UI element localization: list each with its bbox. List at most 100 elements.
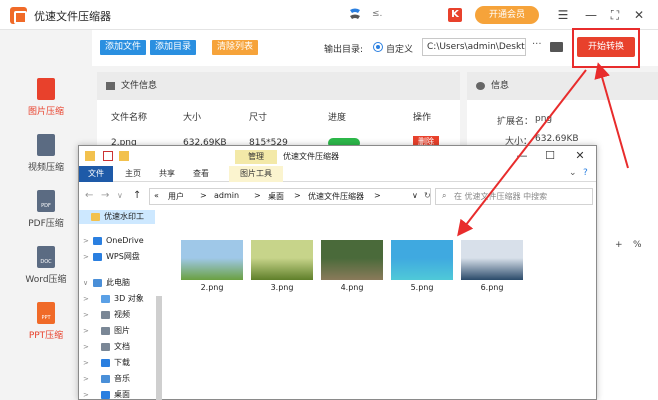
file-name-label[interactable]: 5.png (391, 283, 453, 292)
tree-chevron-icon[interactable]: > (83, 308, 89, 322)
new-folder-icon[interactable] (119, 151, 129, 161)
tree-item[interactable]: > WPS网盘 (79, 250, 155, 264)
tree-item[interactable]: > 图片 (79, 324, 155, 338)
close-icon[interactable]: ✕ (632, 8, 646, 22)
tree-chevron-icon[interactable]: > (83, 388, 89, 400)
tree-item-label: 文档 (114, 342, 130, 351)
tree-item-label: 优速水印工 (104, 212, 144, 221)
tree-item[interactable]: > 桌面 (79, 388, 155, 400)
vip-button[interactable]: 开通会员 (475, 6, 539, 24)
add-directory-button[interactable]: 添加目录 (150, 40, 196, 55)
properties-icon[interactable] (103, 151, 113, 161)
tab-picture-tools[interactable]: 图片工具 (229, 166, 283, 182)
desktop-icon (101, 391, 110, 399)
file-info-header: 文件信息 (97, 72, 460, 100)
explorer-close-icon[interactable]: ✕ (573, 149, 587, 163)
tree-item[interactable]: > 视频 (79, 308, 155, 322)
search-icon: ⌕ (442, 191, 447, 200)
file-thumbnail[interactable] (321, 240, 383, 280)
file-thumbnail[interactable] (251, 240, 313, 280)
tab-home[interactable]: 主页 (119, 166, 147, 182)
minimize-icon[interactable]: — (584, 8, 598, 22)
pdf-icon: PDF (37, 190, 55, 212)
word-icon: DOC (37, 246, 55, 268)
ad-logo-icon (350, 8, 360, 19)
tree-chevron-icon[interactable]: > (83, 372, 89, 386)
plus-button[interactable]: + (615, 240, 623, 250)
tree-item[interactable]: ∨ 此电脑 (79, 276, 155, 290)
image-icon (106, 82, 115, 90)
ribbon-expand-icon[interactable]: ⌄ (569, 168, 577, 178)
tab-share[interactable]: 共享 (153, 166, 181, 182)
tree-item-label: 下载 (114, 358, 130, 367)
sidebar-item-0[interactable]: 图片压缩 (0, 78, 92, 117)
tab-file[interactable]: 文件 (79, 166, 113, 182)
tree-chevron-icon[interactable]: ∨ (83, 276, 88, 290)
start-button-highlight (572, 28, 640, 68)
add-file-button[interactable]: 添加文件 (100, 40, 146, 55)
vip-k-icon[interactable]: K (448, 8, 462, 22)
output-path-input[interactable]: C:\Users\admin\Deskto (422, 38, 526, 56)
folder-icon (85, 151, 95, 161)
refresh-icon[interactable]: ↻ (424, 191, 431, 200)
address-dropdown-icon[interactable]: ∨ (412, 191, 418, 200)
tree-chevron-icon[interactable]: > (83, 340, 89, 354)
breadcrumb-item[interactable]: 用户 (168, 191, 184, 202)
tree-item-label: 3D 对象 (114, 294, 144, 303)
app-titlebar: 优速文件压缩器 ≤. K 开通会员 ☰ — ⛶ ✕ (0, 0, 658, 30)
tree-item-label: WPS网盘 (106, 252, 140, 261)
image-icon (37, 78, 55, 100)
breadcrumb-item[interactable]: admin (214, 191, 239, 200)
recent-chevron-icon[interactable]: ∨ (117, 191, 123, 200)
breadcrumb-item[interactable]: 优速文件压缩器 (308, 191, 364, 202)
file-thumbnail[interactable] (181, 240, 243, 280)
up-arrow-icon[interactable]: ↑ (133, 190, 141, 201)
breadcrumb-item[interactable]: 桌面 (268, 191, 284, 202)
breadcrumb-item: > (254, 191, 261, 200)
navigation-tree: 优速水印工 > OneDrive > WPS网盘 ∨ 此电脑 >3D 对象 > 视频 > 图片 > 文档 >… (79, 210, 161, 400)
help-icon[interactable]: ? (583, 168, 588, 178)
tree-chevron-icon[interactable]: > (83, 324, 89, 338)
tree-chevron-icon[interactable]: > (83, 292, 89, 306)
tree-item[interactable]: >3D 对象 (79, 292, 155, 306)
file-thumbnail[interactable] (461, 240, 523, 280)
open-folder-icon[interactable] (550, 42, 563, 52)
clear-list-button[interactable]: 清除列表 (212, 40, 258, 55)
fullscreen-icon[interactable]: ⛶ (608, 8, 622, 22)
browse-dots-button[interactable]: ··· (532, 39, 542, 50)
info-header: 信息 (467, 72, 658, 100)
info-title: 信息 (491, 81, 510, 91)
tree-item-label: 图片 (114, 326, 130, 335)
file-name-label[interactable]: 2.png (181, 283, 243, 292)
col-filename: 文件名称 (111, 113, 148, 123)
breadcrumb-item: > (294, 191, 301, 200)
file-name-label[interactable]: 3.png (251, 283, 313, 292)
menu-icon[interactable]: ☰ (556, 8, 570, 22)
tree-item[interactable]: > OneDrive (79, 234, 155, 248)
tree-chevron-icon[interactable]: > (83, 356, 89, 370)
file-thumbnail[interactable] (391, 240, 453, 280)
search-box[interactable]: ⌕ 在 优速文件压缩器 中搜索 (435, 188, 593, 205)
tree-scrollbar[interactable] (156, 296, 162, 400)
custom-radio[interactable] (373, 42, 383, 52)
tree-item[interactable]: 优速水印工 (79, 210, 155, 224)
explorer-maximize-icon[interactable]: ☐ (543, 149, 557, 163)
video-folder-icon (101, 311, 110, 319)
tree-item[interactable]: > 音乐 (79, 372, 155, 386)
col-action: 操作 (413, 113, 432, 123)
manage-tab[interactable]: 管理 (235, 150, 277, 164)
tree-item[interactable]: > 下载 (79, 356, 155, 370)
tree-chevron-icon[interactable]: > (83, 234, 89, 248)
forward-arrow-icon[interactable]: → (101, 190, 109, 201)
file-name-label[interactable]: 4.png (321, 283, 383, 292)
onedrive-icon (93, 237, 102, 245)
tab-view[interactable]: 查看 (187, 166, 215, 182)
address-bar[interactable]: « 用户 > admin > 桌面 > 优速文件压缩器 > ∨ ↻ (149, 188, 431, 205)
sidebar-item-label: 图片压缩 (27, 107, 64, 117)
tree-item[interactable]: > 文档 (79, 340, 155, 354)
file-name-label[interactable]: 6.png (461, 283, 523, 292)
back-arrow-icon[interactable]: ← (85, 190, 93, 201)
explorer-minimize-icon[interactable]: — (515, 149, 529, 163)
size-value: 632.69KB (535, 134, 579, 144)
tree-chevron-icon[interactable]: > (83, 250, 89, 264)
